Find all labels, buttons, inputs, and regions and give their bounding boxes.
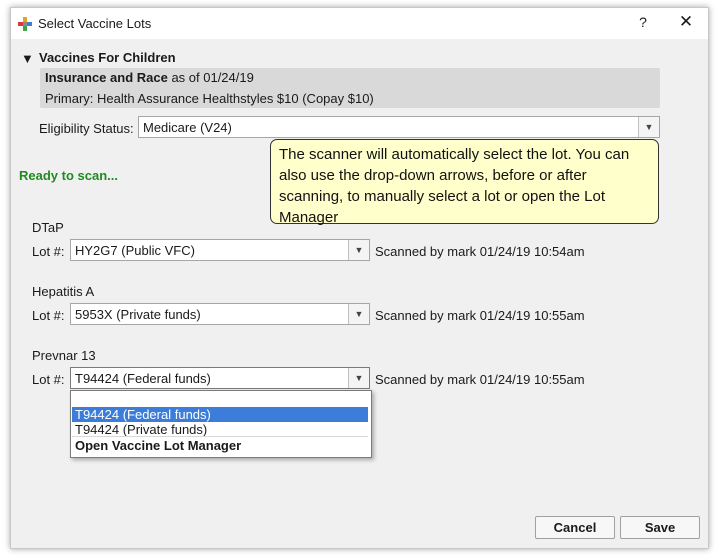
help-button[interactable]: ? <box>635 14 651 30</box>
vaccine-name: Prevnar 13 <box>32 348 96 363</box>
cancel-button[interactable]: Cancel <box>535 516 615 539</box>
dropdown-option[interactable]: T94424 (Private funds) <box>72 422 368 437</box>
eligibility-select[interactable]: Medicare (V24) ▼ <box>138 116 660 138</box>
window-title: Select Vaccine Lots <box>38 16 152 31</box>
primary-insurance: Primary: Health Assurance Healthstyles $… <box>45 91 374 106</box>
scanned-info: Scanned by mark 01/24/19 10:54am <box>375 244 585 259</box>
dropdown-option[interactable]: T94424 (Federal funds) <box>72 407 368 422</box>
lot-dropdown-list: T94424 (Federal funds) T94424 (Private f… <box>70 390 372 458</box>
chevron-down-icon[interactable]: ▼ <box>348 304 369 324</box>
title-bar: Select Vaccine Lots ? ✕ <box>11 8 708 39</box>
lot-select[interactable]: HY2G7 (Public VFC) ▼ <box>70 239 370 261</box>
lot-label: Lot #: <box>32 372 65 387</box>
colored-cross-icon <box>18 17 32 31</box>
select-vaccine-lots-dialog: Select Vaccine Lots ? ✕ ▼ Vaccines For C… <box>10 7 709 549</box>
collapse-triangle-icon[interactable]: ▼ <box>21 51 34 66</box>
chevron-down-icon[interactable]: ▼ <box>348 368 369 388</box>
chevron-down-icon[interactable]: ▼ <box>638 117 659 137</box>
insurance-asof: as of 01/24/19 <box>167 70 254 85</box>
close-button[interactable]: ✕ <box>677 12 695 32</box>
eligibility-value: Medicare (V24) <box>143 120 232 135</box>
insurance-heading-line: Insurance and Race as of 01/24/19 <box>45 70 254 85</box>
chevron-down-icon[interactable]: ▼ <box>348 240 369 260</box>
lot-value: T94424 (Federal funds) <box>75 371 211 386</box>
insurance-heading: Insurance and Race <box>45 70 168 85</box>
lot-label: Lot #: <box>32 244 65 259</box>
insurance-panel: Insurance and Race as of 01/24/19 Primar… <box>40 68 660 108</box>
ready-status: Ready to scan... <box>19 168 118 183</box>
lot-value: 5953X (Private funds) <box>75 307 201 322</box>
scanned-info: Scanned by mark 01/24/19 10:55am <box>375 308 585 323</box>
scanner-tooltip: The scanner will automatically select th… <box>270 139 659 226</box>
lot-label: Lot #: <box>32 308 65 323</box>
eligibility-label: Eligibility Status: <box>39 121 134 136</box>
dropdown-separator <box>72 436 368 437</box>
section-title: Vaccines For Children <box>39 50 176 65</box>
lot-value: HY2G7 (Public VFC) <box>75 243 195 258</box>
lot-select[interactable]: 5953X (Private funds) ▼ <box>70 303 370 325</box>
vaccine-name: DTaP <box>32 220 64 235</box>
lot-select[interactable]: T94424 (Federal funds) ▼ <box>70 367 370 389</box>
save-button[interactable]: Save <box>620 516 700 539</box>
vaccine-name: Hepatitis A <box>32 284 95 299</box>
open-lot-manager-option[interactable]: Open Vaccine Lot Manager <box>72 438 368 453</box>
scanned-info: Scanned by mark 01/24/19 10:55am <box>375 372 585 387</box>
